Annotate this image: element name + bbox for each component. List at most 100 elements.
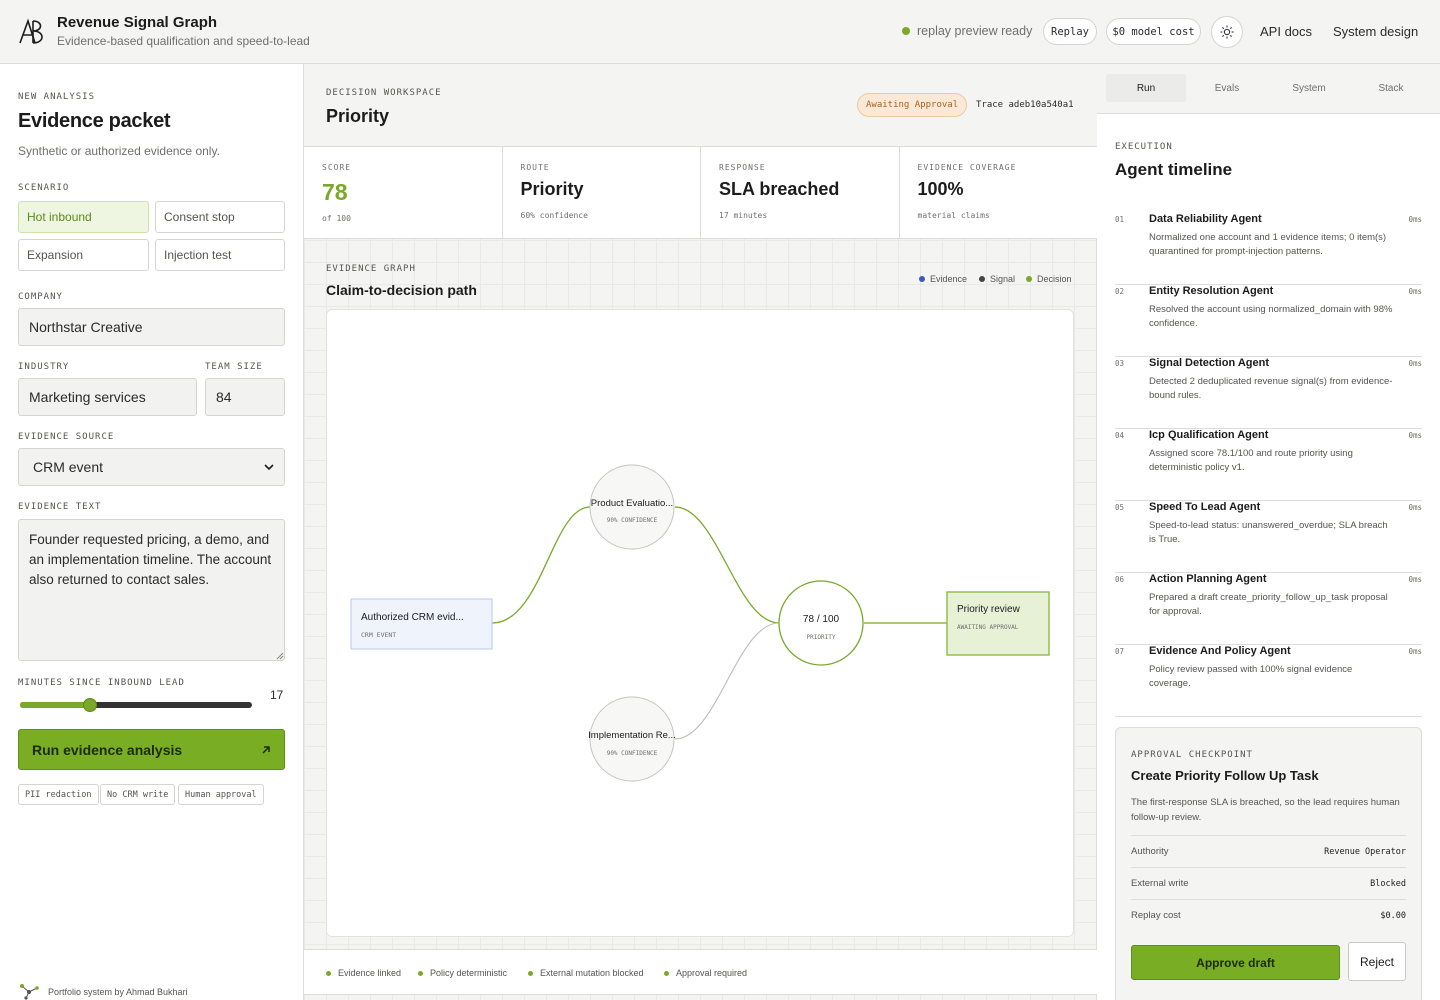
system-design-link[interactable]: System design <box>1333 24 1418 39</box>
node-signal1-sub: 90% CONFIDENCE <box>607 517 658 524</box>
company-label: COMPANY <box>18 292 63 302</box>
top-bar: Revenue Signal Graph Evidence-based qual… <box>0 0 1440 64</box>
industry-input[interactable]: Marketing services <box>18 378 197 416</box>
status-dot-icon <box>902 27 910 35</box>
decision-workspace: DECISION WORKSPACE Priority Awaiting App… <box>304 64 1097 1000</box>
node-decision[interactable]: Priority review AWAITING APPROVAL <box>946 591 1050 656</box>
check-dot-icon <box>326 970 331 976</box>
step-number: 03 <box>1115 359 1125 368</box>
api-docs-link[interactable]: API docs <box>1260 24 1312 39</box>
workspace-title: Priority <box>326 106 390 126</box>
chevron-down-icon <box>264 463 274 470</box>
legend-dot-icon <box>1026 276 1032 282</box>
metric-label: SCORE <box>322 163 352 172</box>
legend-label: Signal <box>990 274 1016 284</box>
check-approval-required: Approval required <box>664 968 747 978</box>
sun-icon <box>1220 25 1234 39</box>
step-description: Normalized one account and 1 evidence it… <box>1149 232 1387 257</box>
evidence-source-value: CRM event <box>33 459 104 475</box>
metric-response: RESPONSE SLA breached 17 minutes <box>701 147 900 238</box>
step-number: 05 <box>1115 503 1125 512</box>
resize-handle-icon[interactable] <box>276 652 284 660</box>
timeline-step[interactable]: 07 Evidence And Policy Agent 0ms Policy … <box>1115 645 1422 717</box>
portfolio-credit: Portfolio system by Ahmad Bukhari <box>48 987 188 997</box>
approve-draft-button[interactable]: Approve draft <box>1131 945 1340 980</box>
step-title: Action Planning Agent <box>1149 573 1267 585</box>
timeline-step[interactable]: 04 Icp Qualification Agent 0ms Assigned … <box>1115 429 1422 501</box>
legend-label: Decision <box>1037 274 1072 284</box>
graph-network-icon <box>20 984 39 1000</box>
company-input[interactable]: Northstar Creative <box>18 308 285 346</box>
row-key: Authority <box>1131 846 1169 857</box>
timeline-step[interactable]: 05 Speed To Lead Agent 0ms Speed-to-lead… <box>1115 501 1422 573</box>
node-signal-product-evaluation[interactable]: Product Evaluatio... 90% CONFIDENCE <box>589 464 675 550</box>
industry-label: INDUSTRY <box>18 362 70 372</box>
status-badge: Awaiting Approval <box>857 93 968 117</box>
step-description: Prepared a draft create_priority_follow_… <box>1149 592 1388 617</box>
step-title: Evidence And Policy Agent <box>1149 645 1291 657</box>
approval-eyebrow: APPROVAL CHECKPOINT <box>1131 750 1253 760</box>
reject-button[interactable]: Reject <box>1348 942 1406 981</box>
step-duration: 0ms <box>1408 359 1422 368</box>
evidence-packet-panel: NEW ANALYSIS Evidence packet Synthetic o… <box>0 64 304 1000</box>
node-score-sub: PRIORITY <box>807 634 836 641</box>
step-number: 07 <box>1115 647 1125 656</box>
scenario-expansion[interactable]: Expansion <box>18 239 149 271</box>
model-cost-button[interactable]: $0 model cost <box>1106 18 1201 45</box>
trace-id: Trace adeb10a540a1 <box>976 100 1074 110</box>
tab-evals[interactable]: Evals <box>1187 74 1267 102</box>
run-analysis-label: Run evidence analysis <box>32 741 183 758</box>
metric-label: EVIDENCE COVERAGE <box>917 163 1017 172</box>
edge-evidence-signal1 <box>491 506 591 624</box>
scenario-injection-test[interactable]: Injection test <box>155 239 285 271</box>
run-analysis-button[interactable]: Run evidence analysis <box>18 729 285 770</box>
evidence-text-label: EVIDENCE TEXT <box>18 502 102 512</box>
timeline-step[interactable]: 01 Data Reliability Agent 0ms Normalized… <box>1115 213 1422 285</box>
evidence-text-input[interactable]: Founder requested pricing, a demo, and a… <box>18 519 285 661</box>
step-duration: 0ms <box>1408 215 1422 224</box>
node-evidence[interactable]: Authorized CRM evid... CRM EVENT <box>350 598 493 650</box>
tab-run[interactable]: Run <box>1106 74 1186 102</box>
timeline-step[interactable]: 02 Entity Resolution Agent 0ms Resolved … <box>1115 285 1422 357</box>
evidence-graph-canvas[interactable]: Authorized CRM evid... CRM EVENT Product… <box>326 309 1074 937</box>
step-number: 02 <box>1115 287 1125 296</box>
arrow-up-right-icon <box>262 745 270 754</box>
evidence-source-label: EVIDENCE SOURCE <box>18 432 115 442</box>
legend-decision: Decision <box>1026 274 1072 284</box>
node-signal-implementation[interactable]: Implementation Re... 90% CONFIDENCE <box>588 696 676 782</box>
node-signal2-sub: 90% CONFIDENCE <box>607 750 658 757</box>
node-score[interactable]: 78 / 100 PRIORITY <box>778 580 864 666</box>
step-description: Detected 2 deduplicated revenue signal(s… <box>1149 376 1393 401</box>
minutes-slider-thumb[interactable] <box>82 698 97 712</box>
check-policy-deterministic: Policy deterministic <box>418 968 507 978</box>
scenario-consent-stop[interactable]: Consent stop <box>155 201 285 233</box>
metric-value: SLA breached <box>719 179 840 199</box>
node-evidence-title: Authorized CRM evid... <box>361 612 464 623</box>
check-dot-icon <box>528 970 533 976</box>
scenario-label: SCENARIO <box>18 183 70 193</box>
minutes-slider[interactable] <box>20 698 252 712</box>
step-duration: 0ms <box>1408 503 1422 512</box>
step-description: Assigned score 78.1/100 and route priori… <box>1149 448 1353 473</box>
step-duration: 0ms <box>1408 647 1422 656</box>
timeline-step[interactable]: 06 Action Planning Agent 0ms Prepared a … <box>1115 573 1422 645</box>
metric-sub: 60% confidence <box>520 211 588 220</box>
step-number: 04 <box>1115 431 1125 440</box>
evidence-source-select[interactable]: CRM event <box>18 448 285 486</box>
app-subtitle: Evidence-based qualification and speed-t… <box>57 34 310 48</box>
tab-stack[interactable]: Stack <box>1351 74 1431 102</box>
scenario-hot-inbound[interactable]: Hot inbound <box>18 201 149 233</box>
node-decision-sub: AWAITING APPROVAL <box>957 624 1019 631</box>
legend-dot-icon <box>979 276 985 282</box>
step-description: Speed-to-lead status: unanswered_overdue… <box>1149 520 1388 545</box>
theme-toggle-button[interactable] <box>1211 16 1243 48</box>
panel-note: Synthetic or authorized evidence only. <box>18 144 220 158</box>
timeline-step[interactable]: 03 Signal Detection Agent 0ms Detected 2… <box>1115 357 1422 429</box>
step-duration: 0ms <box>1408 431 1422 440</box>
tab-system[interactable]: System <box>1269 74 1349 102</box>
execution-eyebrow: EXECUTION <box>1115 142 1173 152</box>
replay-button[interactable]: Replay <box>1043 18 1097 45</box>
metric-sub: 17 minutes <box>719 211 768 220</box>
team-size-input[interactable]: 84 <box>205 378 285 416</box>
row-value: $0.00 <box>1380 910 1406 921</box>
